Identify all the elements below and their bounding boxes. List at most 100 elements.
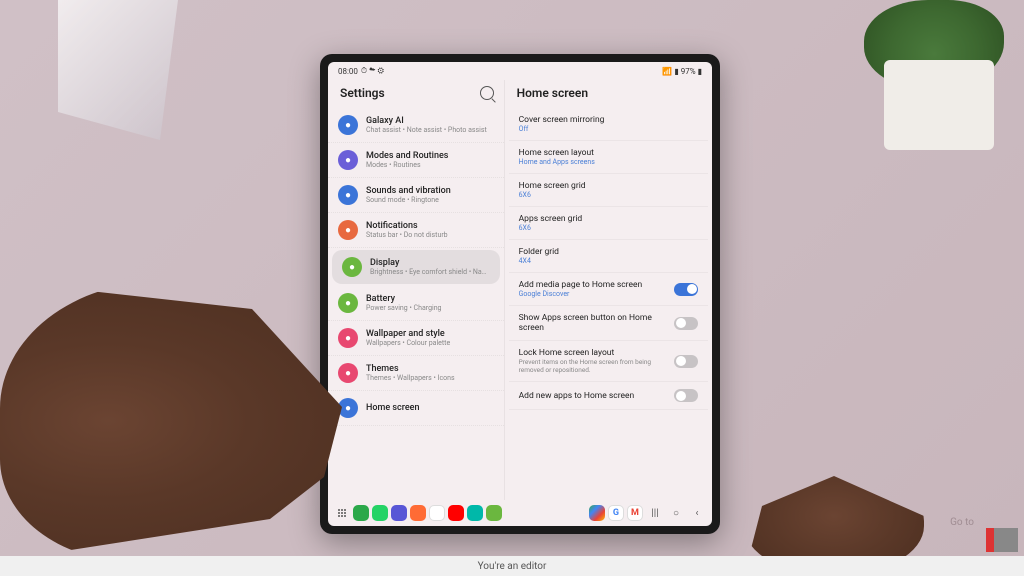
toggle-switch[interactable]	[674, 355, 698, 368]
dock: G M ||| ○ ‹	[328, 500, 712, 526]
setting-sub: Brightness • Eye comfort shield • Naviga…	[370, 268, 490, 276]
editor-label: You're an editor	[478, 561, 547, 572]
status-icons-left: ⏱ ☁ ⚙	[361, 66, 384, 76]
setting-sub: Themes • Wallpapers • Icons	[366, 374, 494, 382]
plant-prop	[844, 0, 1004, 150]
setting-item-galaxy-ai[interactable]: ● Galaxy AIChat assist • Note assist • Ph…	[328, 108, 504, 143]
search-icon[interactable]	[480, 86, 494, 100]
detail-item-add-media-page-to-home-screen[interactable]: Add media page to Home screenGoogle Disc…	[509, 273, 708, 306]
back-button[interactable]: ‹	[688, 508, 706, 519]
setting-label: Home screen	[366, 403, 494, 413]
detail-list: Cover screen mirroringOffHome screen lay…	[505, 108, 712, 500]
setting-icon: ●	[338, 115, 358, 135]
battery-icon: ▮	[698, 67, 702, 76]
foldable-phone: 08:00 ⏱ ☁ ⚙ 📶 ▮ 97% ▮ Settings ● Galaxy A…	[320, 54, 720, 534]
toggle-switch[interactable]	[674, 283, 698, 296]
setting-item-sounds-and-vibration[interactable]: ● Sounds and vibrationSound mode • Ringto…	[328, 178, 504, 213]
phone-screen: 08:00 ⏱ ☁ ⚙ 📶 ▮ 97% ▮ Settings ● Galaxy A…	[328, 62, 712, 526]
setting-icon: ●	[338, 363, 358, 383]
glass-cube-prop	[58, 0, 178, 140]
setting-sub: Modes • Routines	[366, 161, 494, 169]
detail-label: Home screen grid	[519, 181, 698, 191]
setting-sub: Power saving • Charging	[366, 304, 494, 312]
app-icon-white[interactable]	[429, 505, 445, 521]
youtube-icon[interactable]	[448, 505, 464, 521]
corner-badge	[986, 528, 1018, 552]
status-time: 08:00	[338, 67, 358, 76]
setting-icon: ●	[338, 293, 358, 313]
detail-label: Cover screen mirroring	[519, 115, 698, 125]
desk-background: 08:00 ⏱ ☁ ⚙ 📶 ▮ 97% ▮ Settings ● Galaxy A…	[0, 0, 1024, 576]
detail-label: Show Apps screen button on Home screen	[519, 313, 666, 333]
setting-label: Notifications	[366, 221, 494, 231]
detail-value: Off	[519, 125, 698, 133]
setting-icon: ●	[338, 328, 358, 348]
detail-value: Home and Apps screens	[519, 158, 698, 166]
app-icon-teal[interactable]	[467, 505, 483, 521]
home-button[interactable]: ○	[667, 508, 685, 519]
setting-sub: Sound mode • Ringtone	[366, 196, 494, 204]
wifi-icon: 📶	[662, 67, 672, 76]
setting-item-battery[interactable]: ● BatteryPower saving • Charging	[328, 286, 504, 321]
setting-label: Battery	[366, 294, 494, 304]
editor-bar: You're an editor	[0, 556, 1024, 576]
app-icon-purple[interactable]	[391, 505, 407, 521]
app-icon-green[interactable]	[486, 505, 502, 521]
detail-item-apps-screen-grid[interactable]: Apps screen grid6X6	[509, 207, 708, 240]
phone-app-icon[interactable]	[353, 505, 369, 521]
detail-title: Home screen	[517, 86, 588, 100]
setting-label: Sounds and vibration	[366, 186, 494, 196]
google-icon[interactable]: G	[608, 505, 624, 521]
detail-item-home-screen-grid[interactable]: Home screen grid6X6	[509, 174, 708, 207]
setting-label: Themes	[366, 364, 494, 374]
apps-icon[interactable]	[334, 505, 350, 521]
setting-icon: ●	[338, 185, 358, 205]
gmail-icon[interactable]: M	[627, 505, 643, 521]
detail-value: 4X4	[519, 257, 698, 265]
setting-item-wallpaper-and-style[interactable]: ● Wallpaper and styleWallpapers • Colour …	[328, 321, 504, 356]
detail-item-lock-home-screen-layout[interactable]: Lock Home screen layoutPrevent items on …	[509, 341, 708, 382]
setting-label: Galaxy AI	[366, 116, 494, 126]
toggle-switch[interactable]	[674, 389, 698, 402]
setting-icon: ●	[342, 257, 362, 277]
setting-item-home-screen[interactable]: ●Home screen	[328, 391, 504, 426]
status-bar: 08:00 ⏱ ☁ ⚙ 📶 ▮ 97% ▮	[328, 62, 712, 80]
detail-label: Home screen layout	[519, 148, 698, 158]
setting-label: Wallpaper and style	[366, 329, 494, 339]
setting-item-modes-and-routines[interactable]: ● Modes and RoutinesModes • Routines	[328, 143, 504, 178]
detail-item-home-screen-layout[interactable]: Home screen layoutHome and Apps screens	[509, 141, 708, 174]
battery-text: 97%	[681, 67, 696, 76]
detail-item-show-apps-screen-button-on-hom[interactable]: Show Apps screen button on Home screen	[509, 306, 708, 341]
settings-title: Settings	[340, 86, 385, 100]
setting-label: Modes and Routines	[366, 151, 494, 161]
detail-label: Folder grid	[519, 247, 698, 257]
setting-label: Display	[370, 258, 490, 268]
whatsapp-icon[interactable]	[372, 505, 388, 521]
detail-desc: Prevent items on the Home screen from be…	[519, 358, 666, 374]
left-hand	[0, 281, 360, 561]
setting-item-display[interactable]: ● DisplayBrightness • Eye comfort shield …	[332, 250, 500, 284]
watermark-text: Go to	[950, 517, 974, 528]
recents-button[interactable]: |||	[646, 508, 664, 519]
detail-label: Add media page to Home screen	[519, 280, 666, 290]
settings-right-pane: Home screen Cover screen mirroringOffHom…	[505, 80, 712, 500]
setting-icon: ●	[338, 150, 358, 170]
setting-sub: Chat assist • Note assist • Photo assist	[366, 126, 494, 134]
setting-icon: ●	[338, 220, 358, 240]
detail-label: Apps screen grid	[519, 214, 698, 224]
detail-value: Google Discover	[519, 290, 666, 298]
detail-label: Add new apps to Home screen	[519, 391, 666, 401]
toggle-switch[interactable]	[674, 317, 698, 330]
detail-item-folder-grid[interactable]: Folder grid4X4	[509, 240, 708, 273]
detail-item-add-new-apps-to-home-screen[interactable]: Add new apps to Home screen	[509, 382, 708, 410]
settings-list: ● Galaxy AIChat assist • Note assist • Ph…	[328, 108, 504, 500]
app-icon-orange[interactable]	[410, 505, 426, 521]
play-store-icon[interactable]	[589, 505, 605, 521]
detail-label: Lock Home screen layout	[519, 348, 666, 358]
detail-item-cover-screen-mirroring[interactable]: Cover screen mirroringOff	[509, 108, 708, 141]
setting-sub: Status bar • Do not disturb	[366, 231, 494, 239]
setting-item-notifications[interactable]: ● NotificationsStatus bar • Do not distur…	[328, 213, 504, 248]
setting-item-themes[interactable]: ● ThemesThemes • Wallpapers • Icons	[328, 356, 504, 391]
setting-sub: Wallpapers • Colour palette	[366, 339, 494, 347]
settings-left-pane: Settings ● Galaxy AIChat assist • Note as…	[328, 80, 505, 500]
